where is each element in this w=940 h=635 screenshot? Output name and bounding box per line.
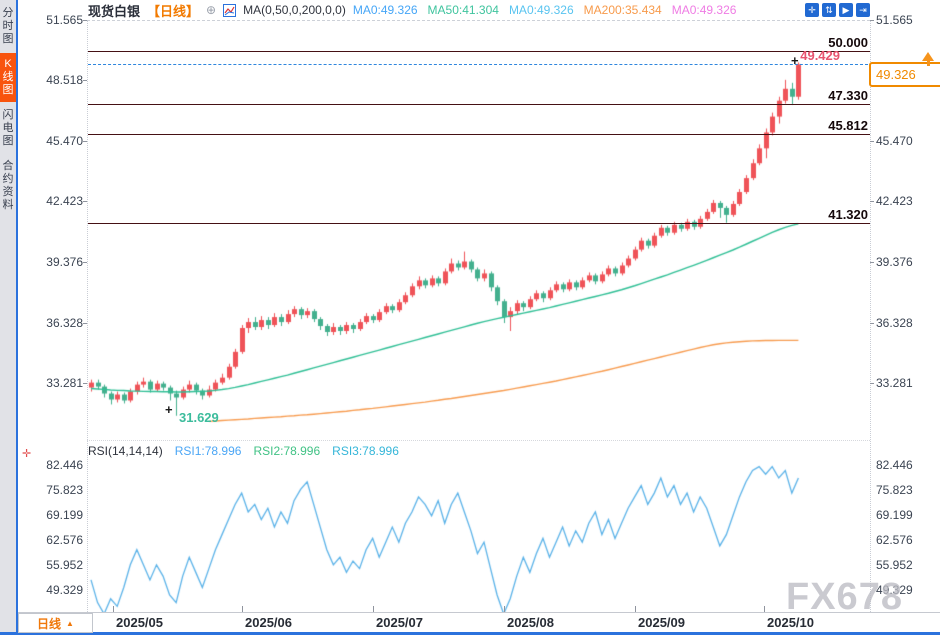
price-axis-left-label: 45.470	[0, 134, 83, 148]
rsi-values: RSI1:78.996 RSI2:78.996 RSI3:78.996	[175, 444, 399, 458]
axis-tick	[83, 383, 87, 384]
rsi-chart-canvas[interactable]	[88, 450, 870, 612]
rsi-axis-right-label: 62.576	[876, 533, 913, 547]
price-axis-left-label: 42.423	[0, 194, 83, 208]
watermark: FX678	[786, 576, 903, 619]
instrument-title: 现货白银	[88, 1, 140, 20]
ma-value-3: MA200:35.434	[584, 3, 662, 17]
price-axis-right-label: 42.423	[876, 194, 913, 208]
main-chart-canvas[interactable]	[88, 20, 870, 438]
price-axis-left-label: 39.376	[0, 255, 83, 269]
add-indicator-icon[interactable]: ⊕	[206, 3, 216, 17]
rsi-axis-left-label: 69.199	[0, 508, 83, 522]
auto-scroll-icon[interactable]: ▶	[839, 3, 853, 17]
x-axis-tick	[373, 606, 374, 612]
axis-tick	[83, 20, 87, 21]
price-axis-right-label: 36.328	[876, 316, 913, 330]
timeframe-arrow-icon: ▲	[66, 619, 74, 628]
x-axis-tick	[242, 606, 243, 612]
price-axis-left-label: 51.565	[0, 13, 83, 27]
ma-values: MA0:49.326 MA50:41.304 MA0:49.326 MA200:35.…	[353, 3, 737, 17]
grid-right-border	[870, 20, 871, 612]
axis-tick	[83, 80, 87, 81]
rsi-axis-left-label: 62.576	[0, 533, 83, 547]
high-price-label: 49.429	[770, 48, 840, 63]
x-axis-month-label: 2025/05	[116, 615, 163, 630]
rsi-axis-left-label: 75.823	[0, 483, 83, 497]
price-axis-left-label: 33.281	[0, 376, 83, 390]
price-axis-right-label: 51.565	[876, 13, 913, 27]
x-axis-tick	[764, 606, 765, 612]
timeframe-tag: 【日线】	[147, 1, 199, 20]
pan-icon[interactable]: ✛	[805, 3, 819, 17]
ma-value-4: MA0:49.326	[672, 3, 737, 17]
price-level-line	[88, 223, 870, 224]
price-axis-right-label: 33.281	[876, 376, 913, 390]
rsi-axis-right-label: 55.952	[876, 558, 913, 572]
high-cross-marker: +	[791, 53, 799, 68]
x-axis-month-label: 2025/09	[638, 615, 685, 630]
current-price-line	[88, 64, 868, 65]
axis-tick	[870, 141, 874, 142]
rsi-value-0: RSI1:78.996	[175, 444, 242, 458]
y-axis-scale-icon[interactable]: ⇅	[822, 3, 836, 17]
axis-tick	[83, 323, 87, 324]
exit-chart-icon[interactable]: ⇥	[856, 3, 870, 17]
price-axis-right-label: 45.470	[876, 134, 913, 148]
price-level-label: 41.320	[600, 207, 868, 222]
price-level-line	[88, 104, 870, 105]
axis-tick	[83, 201, 87, 202]
chart-window: 分时图K线图闪电图合约资料 现货白银 【日线】 ⊕ MA(0,50,0,200,…	[0, 0, 940, 635]
price-axis-left-label: 36.328	[0, 316, 83, 330]
chart-style-icon[interactable]	[223, 4, 236, 17]
axis-tick	[870, 20, 874, 21]
x-axis-month-label: 2025/06	[245, 615, 292, 630]
timeframe-selector[interactable]: 日线 ▲	[18, 613, 93, 633]
price-up-arrow-icon	[922, 52, 934, 61]
rsi-axis-left-label: 49.329	[0, 583, 83, 597]
price-level-line	[88, 51, 870, 52]
rsi-value-2: RSI3:78.996	[332, 444, 399, 458]
chart-toolbar: ✛⇅▶⇥	[805, 3, 870, 17]
x-axis-tick	[635, 606, 636, 612]
rsi-axis-left-label: 82.446	[0, 458, 83, 472]
ma-settings-label: MA(0,50,0,200,0,0)	[243, 3, 346, 17]
axis-tick	[83, 262, 87, 263]
price-axis-left-label: 48.518	[0, 73, 83, 87]
rsi-header: RSI(14,14,14) RSI1:78.996 RSI2:78.996 RSI3…	[88, 443, 399, 459]
ma-value-2: MA0:49.326	[509, 3, 574, 17]
axis-tick	[870, 323, 874, 324]
price-level-label: 45.812	[600, 118, 868, 133]
x-axis-month-label: 2025/07	[376, 615, 423, 630]
x-axis-tick	[504, 606, 505, 612]
price-level-label: 47.330	[600, 88, 868, 103]
low-cross-marker: +	[165, 402, 173, 417]
ma-value-1: MA50:41.304	[428, 3, 499, 17]
axis-tick	[870, 262, 874, 263]
x-axis-month-label: 2025/08	[507, 615, 554, 630]
rsi-axis-right-label: 75.823	[876, 483, 913, 497]
ma-value-0: MA0:49.326	[353, 3, 418, 17]
low-price-label: 31.629	[179, 410, 219, 425]
price-up-arrow-stem	[927, 61, 930, 66]
axis-tick	[870, 201, 874, 202]
rsi-value-1: RSI2:78.996	[253, 444, 320, 458]
chart-header: 现货白银 【日线】 ⊕ MA(0,50,0,200,0,0) MA0:49.32…	[88, 1, 736, 19]
rsi-axis-right-label: 69.199	[876, 508, 913, 522]
axis-tick	[83, 141, 87, 142]
rsi-axis-right-label: 82.446	[876, 458, 913, 472]
panel-separator	[87, 440, 870, 441]
rsi-axis-left-label: 55.952	[0, 558, 83, 572]
timeframe-label: 日线	[37, 615, 61, 632]
price-level-line	[88, 134, 870, 135]
axis-tick	[870, 383, 874, 384]
rsi-settings-label: RSI(14,14,14)	[88, 444, 163, 458]
price-axis-right-label: 39.376	[876, 255, 913, 269]
x-axis-tick	[113, 606, 114, 612]
